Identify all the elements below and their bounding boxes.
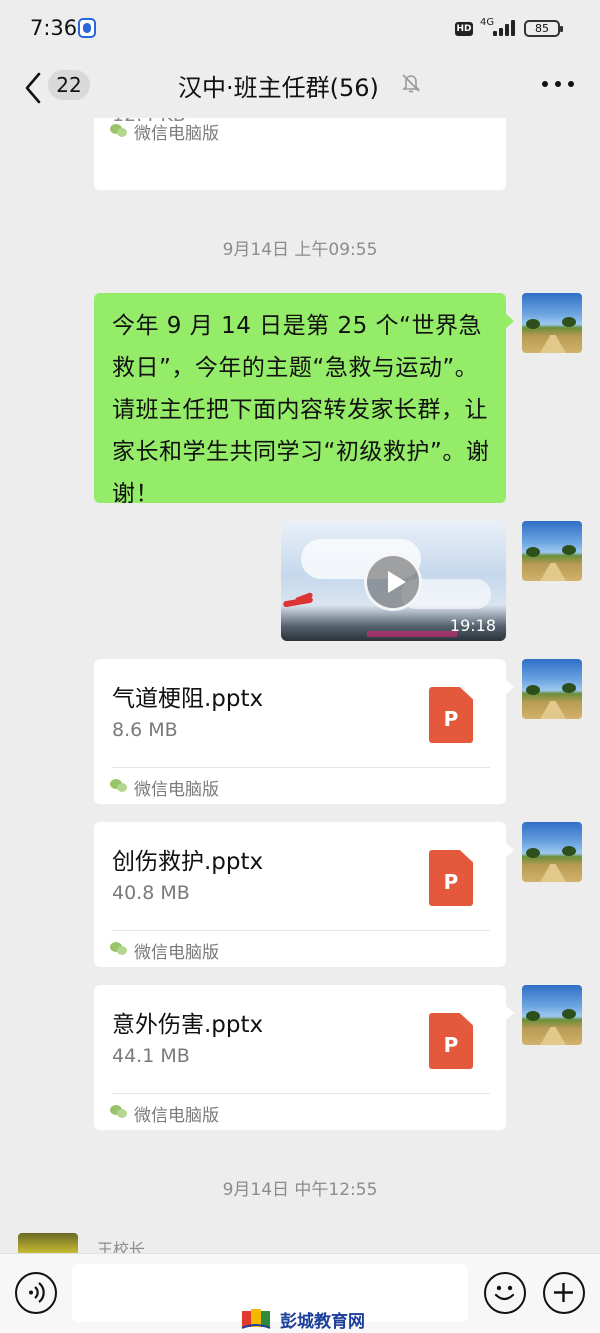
avatar[interactable] xyxy=(18,1233,78,1253)
wechat-pc-icon xyxy=(110,1105,128,1119)
file-card-partial[interactable]: 12.4 KB 微信电脑版 xyxy=(94,118,506,190)
avatar[interactable] xyxy=(522,659,582,719)
card-divider xyxy=(112,930,490,931)
battery-icon: 85 xyxy=(524,20,563,37)
back-arrow-icon[interactable] xyxy=(22,68,44,108)
more-actions-button[interactable] xyxy=(543,1272,585,1314)
card-source: 微信电脑版 xyxy=(134,124,219,144)
watermark: 彭城教育网 xyxy=(240,1306,365,1332)
unread-count-badge[interactable]: 22 xyxy=(48,70,90,100)
baidu-app-icon xyxy=(78,18,96,38)
ppt-file-icon: P xyxy=(429,850,473,906)
wechat-pc-icon xyxy=(110,942,128,956)
card-source: 微信电脑版 xyxy=(134,943,219,963)
status-time: 7:36 xyxy=(30,16,78,40)
card-divider xyxy=(112,767,490,768)
file-size: 40.8 MB xyxy=(112,882,190,904)
file-size: 44.1 MB xyxy=(112,1045,190,1067)
timestamp: 9月14日 上午09:55 xyxy=(222,240,378,260)
wechat-pc-icon xyxy=(110,779,128,793)
card-source: 微信电脑版 xyxy=(134,780,219,800)
watermark-text: 彭城教育网 xyxy=(280,1311,365,1332)
avatar[interactable] xyxy=(522,521,582,581)
chat-header: 22 汉中·班主任群(56) xyxy=(0,58,600,118)
avatar[interactable] xyxy=(522,822,582,882)
ppt-file-icon: P xyxy=(429,687,473,743)
status-bar: 7:36 HD 4G 85 xyxy=(0,0,600,58)
network-type: 4G xyxy=(480,17,495,28)
smiley-icon xyxy=(494,1285,515,1301)
card-source: 微信电脑版 xyxy=(134,1106,219,1126)
hd-badge: HD xyxy=(455,22,473,36)
watermark-logo-icon xyxy=(241,1309,271,1329)
play-icon[interactable] xyxy=(364,553,422,611)
file-name: 气道梗阻.pptx xyxy=(112,686,264,712)
voice-input-button[interactable] xyxy=(15,1272,57,1314)
file-card[interactable]: 气道梗阻.pptx 8.6 MB P 微信电脑版 xyxy=(94,659,514,804)
wechat-pc-icon xyxy=(110,124,128,138)
plus-icon xyxy=(554,1283,573,1302)
emoji-button[interactable] xyxy=(484,1272,526,1314)
avatar[interactable] xyxy=(522,985,582,1045)
timestamp: 9月14日 中午12:55 xyxy=(222,1180,378,1200)
file-name: 意外伤害.pptx xyxy=(112,1012,264,1038)
file-name: 创伤救护.pptx xyxy=(112,849,264,875)
video-message[interactable]: 19:18 xyxy=(281,521,506,641)
text-message-bubble[interactable]: 今年 9 月 14 日是第 25 个“世界急救日”，今年的主题“急救与运动”。请… xyxy=(94,293,514,507)
ppt-file-icon: P xyxy=(429,1013,473,1069)
voice-icon xyxy=(29,1282,45,1303)
file-size: 8.6 MB xyxy=(112,719,178,741)
chat-area[interactable]: 12.4 KB 微信电脑版 9月14日 上午09:55 今年 9 月 14 日是… xyxy=(0,118,600,1253)
more-options-icon[interactable] xyxy=(542,78,574,90)
chat-title: 汉中·班主任群(56) xyxy=(178,74,379,102)
video-duration: 19:18 xyxy=(449,616,496,635)
card-divider xyxy=(112,1093,490,1094)
file-card[interactable]: 意外伤害.pptx 44.1 MB P 微信电脑版 xyxy=(94,985,514,1130)
mute-bell-icon xyxy=(402,74,420,93)
file-card[interactable]: 创伤救护.pptx 40.8 MB P 微信电脑版 xyxy=(94,822,514,967)
avatar[interactable] xyxy=(522,293,582,353)
sender-name: 王校长 xyxy=(97,1240,146,1253)
signal-icon xyxy=(493,20,517,36)
